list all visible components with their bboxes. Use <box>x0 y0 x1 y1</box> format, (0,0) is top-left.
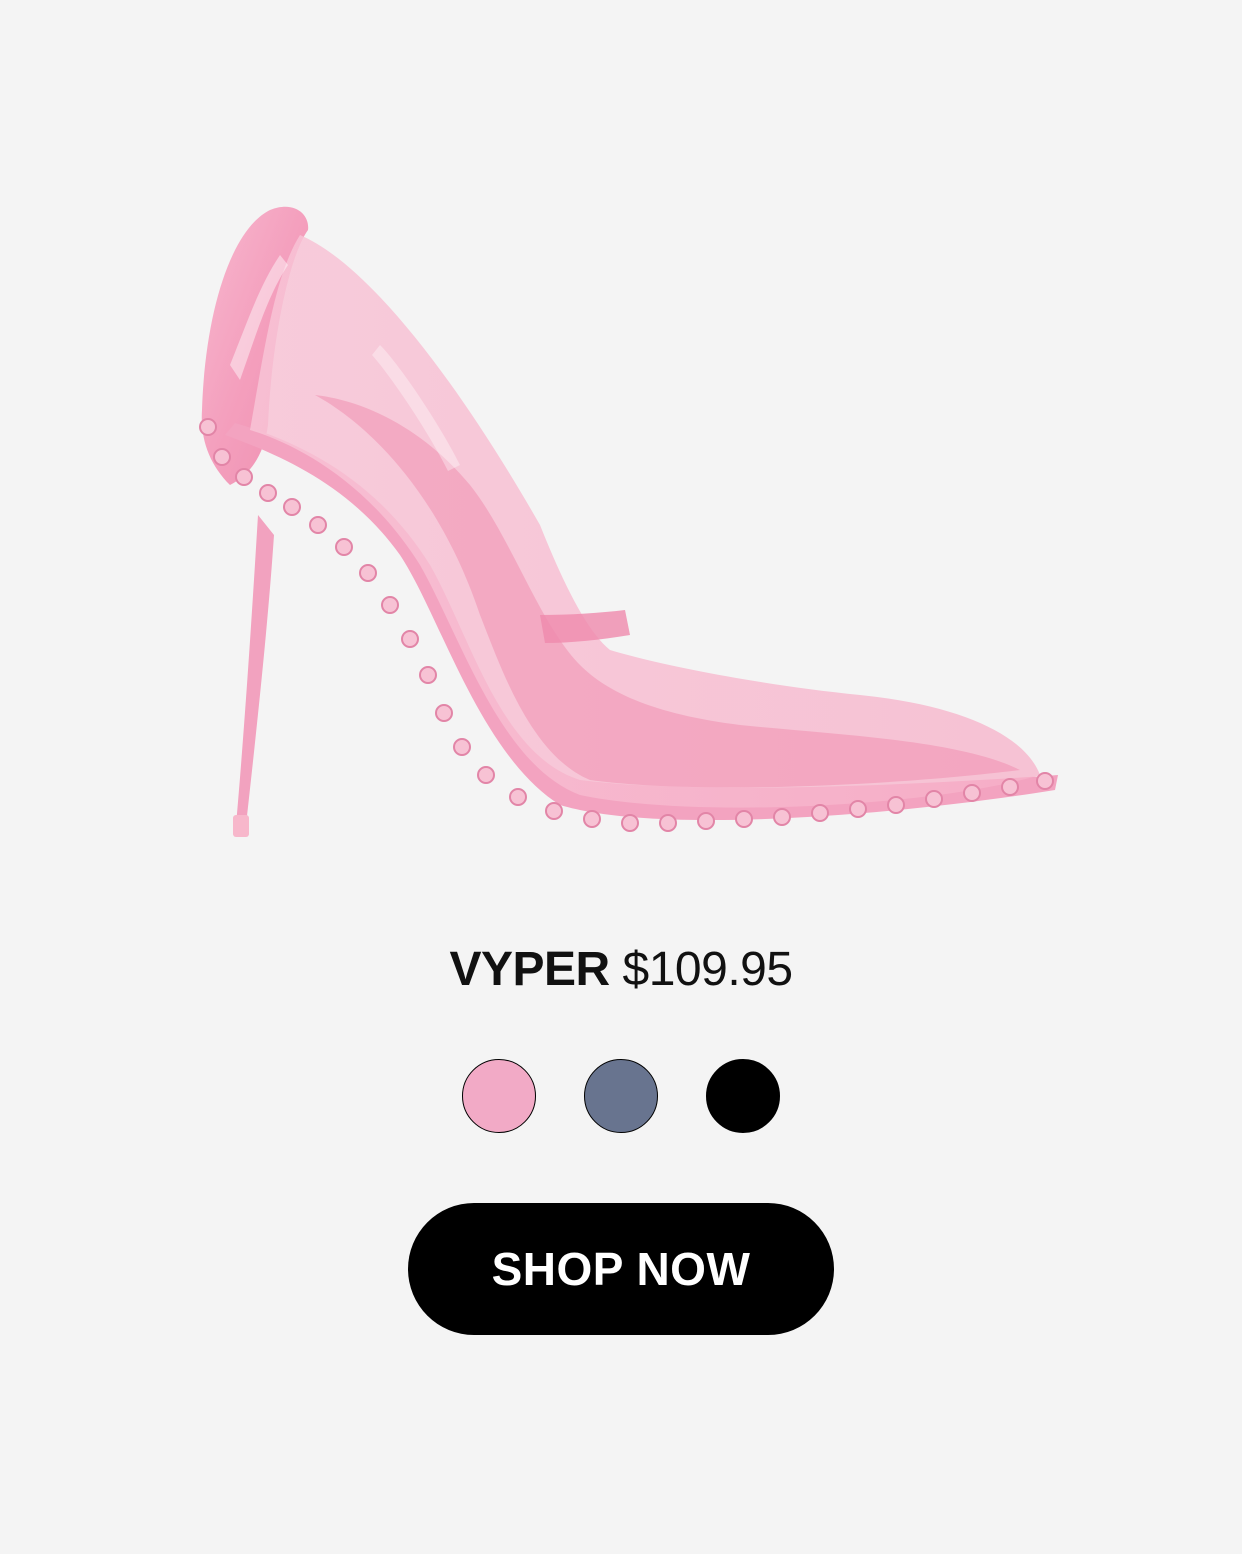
product-image[interactable] <box>140 195 1070 875</box>
shop-now-button[interactable]: SHOP NOW <box>408 1203 834 1335</box>
vamp-band <box>540 610 630 643</box>
swatch-black[interactable] <box>706 1059 780 1133</box>
swatch-blue-gray[interactable] <box>584 1059 658 1133</box>
heel-tip <box>233 815 249 837</box>
color-swatches <box>0 1059 1242 1133</box>
heel <box>236 515 274 825</box>
swatch-pink[interactable] <box>462 1059 536 1133</box>
product-price: $109.95 <box>622 943 794 996</box>
product-name: VYPER <box>449 943 610 996</box>
product-title: VYPER $109.95 <box>0 938 1242 1002</box>
